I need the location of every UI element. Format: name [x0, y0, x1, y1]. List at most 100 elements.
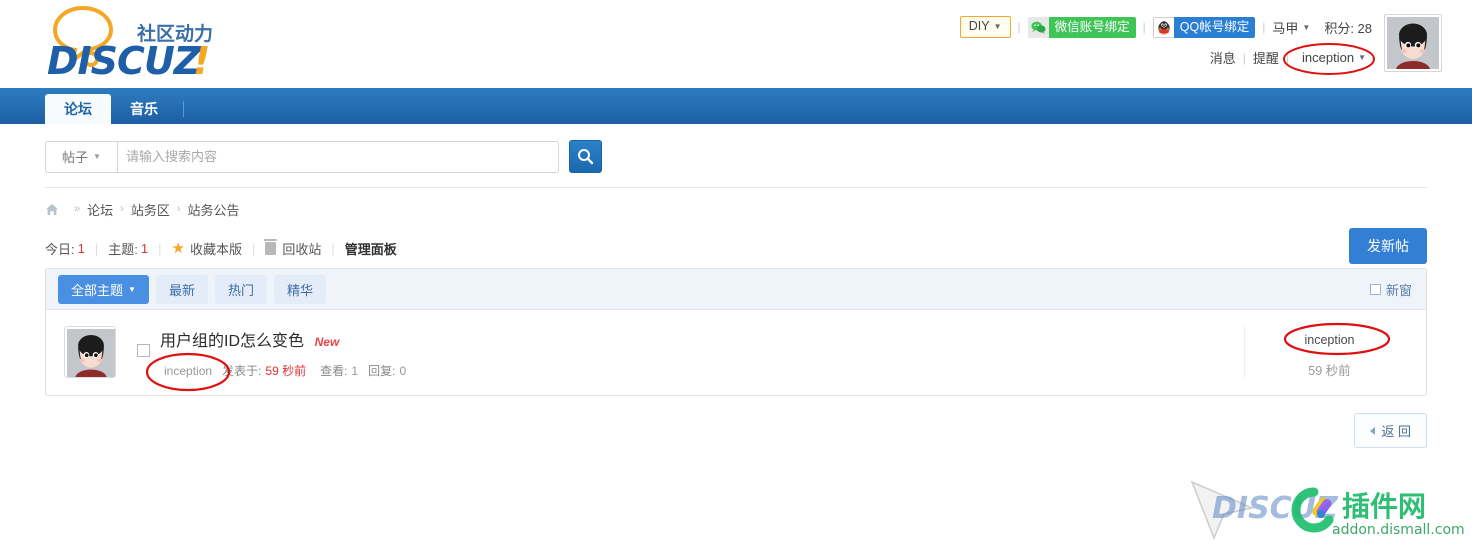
- thread-select-checkbox[interactable]: [137, 344, 150, 357]
- chevron-down-icon: ▼: [128, 284, 136, 294]
- header-user-links: 消息 | 提醒 | inception ▼: [1210, 43, 1376, 75]
- thread-author-avatar[interactable]: [64, 326, 116, 378]
- forumbar-divider-2: |: [158, 240, 162, 256]
- threads-value: 1: [140, 240, 149, 256]
- nav-divider: [183, 101, 184, 117]
- filter-latest[interactable]: 最新: [155, 274, 208, 304]
- table-row: 用户组的ID怎么变色 New inception 发表于: 59 秒前 查看: …: [46, 310, 1426, 395]
- thread-title-link[interactable]: 用户组的ID怎么变色: [160, 333, 304, 350]
- thread-title-row: 用户组的ID怎么变色 New: [160, 327, 1244, 351]
- manage-panel-link[interactable]: 管理面板: [345, 239, 397, 258]
- nav-tab-forum-label: 论坛: [64, 101, 92, 117]
- triangle-left-icon: [1370, 426, 1376, 435]
- wechat-bind-label: 微信账号绑定: [1048, 16, 1136, 38]
- filter-all-threads-label: 全部主题: [71, 282, 124, 298]
- vest-dropdown[interactable]: 马甲 ▼: [1272, 18, 1310, 37]
- trash-icon: [264, 238, 278, 255]
- favorite-forum-button[interactable]: ★ 收藏本版: [172, 239, 242, 258]
- new-window-label: 新窗: [1385, 282, 1412, 298]
- threads-count: 主题: 1: [108, 239, 148, 258]
- thread-list-box: 全部主题 ▼ 最新 热门 精华 新窗 用户组的ID怎么变色 New incept…: [45, 268, 1427, 396]
- qq-bind-label: QQ帐号绑定: [1173, 16, 1256, 38]
- forum-info-bar: 今日: 1 | 主题: 1 | ★ 收藏本版 | 回收站 | 管理面板 发新帖: [45, 214, 1427, 264]
- last-poster-link: inception: [1304, 333, 1355, 347]
- watermark: DISCUZ 插件网 addon.dismall.com: [1164, 474, 1465, 544]
- forumbar-divider-3: |: [251, 240, 256, 256]
- svg-text:!: !: [193, 39, 210, 82]
- recycle-bin-button[interactable]: 回收站: [264, 238, 322, 258]
- thread-author-link: inception: [164, 363, 213, 378]
- posted-label: 发表于:: [222, 364, 262, 378]
- qq-bind-button[interactable]: QQ帐号绑定: [1152, 16, 1256, 38]
- chevron-down-icon: ▼: [93, 152, 101, 161]
- filter-digest-label: 精华: [286, 282, 313, 298]
- views-value: 1: [351, 363, 359, 378]
- today-count: 今日: 1: [45, 239, 85, 258]
- nav-tab-forum[interactable]: 论坛: [45, 94, 111, 124]
- svg-text:DISCUZ: DISCUZ: [47, 39, 203, 82]
- username-label: inception: [1302, 50, 1355, 65]
- watermark-url: addon.dismall.com: [1332, 522, 1464, 538]
- forumbar-divider-1: |: [94, 240, 99, 256]
- thread-author-wrap[interactable]: inception: [145, 352, 231, 391]
- filter-hot[interactable]: 热门: [214, 274, 267, 304]
- chevron-down-icon: ▼: [1302, 22, 1311, 32]
- back-button[interactable]: 返 回: [1354, 413, 1427, 448]
- replies-label: 回复:: [368, 364, 396, 378]
- site-logo[interactable]: 社区动力 DISCUZ !: [45, 2, 295, 82]
- search-input[interactable]: [117, 140, 559, 173]
- vest-label: 马甲: [1272, 20, 1299, 36]
- filter-digest[interactable]: 精华: [273, 274, 326, 304]
- nav-tab-music-label: 音乐: [130, 101, 158, 117]
- forumbar-divider-4: |: [331, 240, 335, 256]
- last-post-time: 59 秒前: [1308, 364, 1351, 378]
- main-navigation: 论坛 音乐: [0, 88, 1472, 124]
- filter-all-threads[interactable]: 全部主题 ▼: [58, 274, 149, 304]
- site-header: 社区动力 DISCUZ ! DIY ▼ | 微信账号绑定 | QQ帐号绑定 | …: [0, 0, 1472, 88]
- toolbar-divider-2: |: [1142, 20, 1146, 34]
- username-dropdown[interactable]: inception ▼: [1283, 43, 1376, 75]
- today-label: 今日:: [45, 241, 75, 257]
- watermark-cn-text: 插件网: [1342, 490, 1426, 523]
- watermark-brand: DISCUZ: [1212, 491, 1339, 526]
- toolbar-divider-1: |: [1017, 20, 1021, 34]
- user-links-divider-1: |: [1242, 50, 1246, 65]
- user-avatar[interactable]: [1384, 14, 1442, 72]
- header-toolbar: DIY ▼ | 微信账号绑定 | QQ帐号绑定 | 马甲 ▼ 积分: 28: [959, 16, 1372, 38]
- checkbox-icon: [1369, 283, 1381, 295]
- user-links-divider-2: |: [1285, 50, 1290, 65]
- thread-main: 用户组的ID怎么变色 New inception 发表于: 59 秒前 查看: …: [145, 324, 1244, 391]
- search-bar: 帖子 ▼: [45, 124, 1427, 188]
- new-window-toggle[interactable]: 新窗: [1369, 280, 1412, 299]
- today-value: 1: [77, 240, 85, 256]
- discuz-forum-page: 社区动力 DISCUZ ! DIY ▼ | 微信账号绑定 | QQ帐号绑定 | …: [0, 0, 1472, 546]
- nav-tab-music[interactable]: 音乐: [111, 94, 177, 124]
- diy-label: DIY: [968, 19, 990, 33]
- thread-last-post: inception 59 秒前: [1244, 322, 1414, 379]
- star-icon: ★: [171, 240, 185, 257]
- last-poster-wrap[interactable]: inception: [1284, 322, 1391, 356]
- favorite-forum-label: 收藏本版: [189, 241, 242, 257]
- search-scope-label: 帖子: [62, 150, 89, 165]
- chevron-down-icon: ▼: [1358, 53, 1366, 62]
- thread-meta: inception 发表于: 59 秒前 查看: 1 回复: 0: [145, 352, 1244, 391]
- diy-button[interactable]: DIY ▼: [959, 16, 1011, 38]
- recycle-bin-label: 回收站: [282, 241, 322, 257]
- search-icon: [578, 149, 594, 165]
- replies-value: 0: [399, 363, 407, 378]
- views-label: 查看:: [320, 364, 348, 378]
- search-submit-button[interactable]: [569, 140, 602, 173]
- filter-hot-label: 热门: [227, 282, 254, 298]
- qq-penguin-icon: [1152, 16, 1174, 38]
- wechat-bind-button[interactable]: 微信账号绑定: [1027, 16, 1136, 38]
- thread-list-header: 全部主题 ▼ 最新 热门 精华 新窗: [46, 269, 1426, 310]
- new-thread-button[interactable]: 发新帖: [1349, 228, 1427, 264]
- threads-label: 主题:: [108, 241, 138, 257]
- footer-actions: 返 回: [45, 413, 1427, 448]
- breadcrumb: » 论坛 › 站务区 › 站务公告: [45, 188, 1427, 218]
- search-scope-dropdown[interactable]: 帖子 ▼: [45, 140, 117, 173]
- new-badge: New: [314, 335, 340, 349]
- wechat-icon: [1027, 16, 1049, 38]
- reminders-link[interactable]: 提醒: [1253, 48, 1279, 67]
- messages-link[interactable]: 消息: [1210, 48, 1236, 67]
